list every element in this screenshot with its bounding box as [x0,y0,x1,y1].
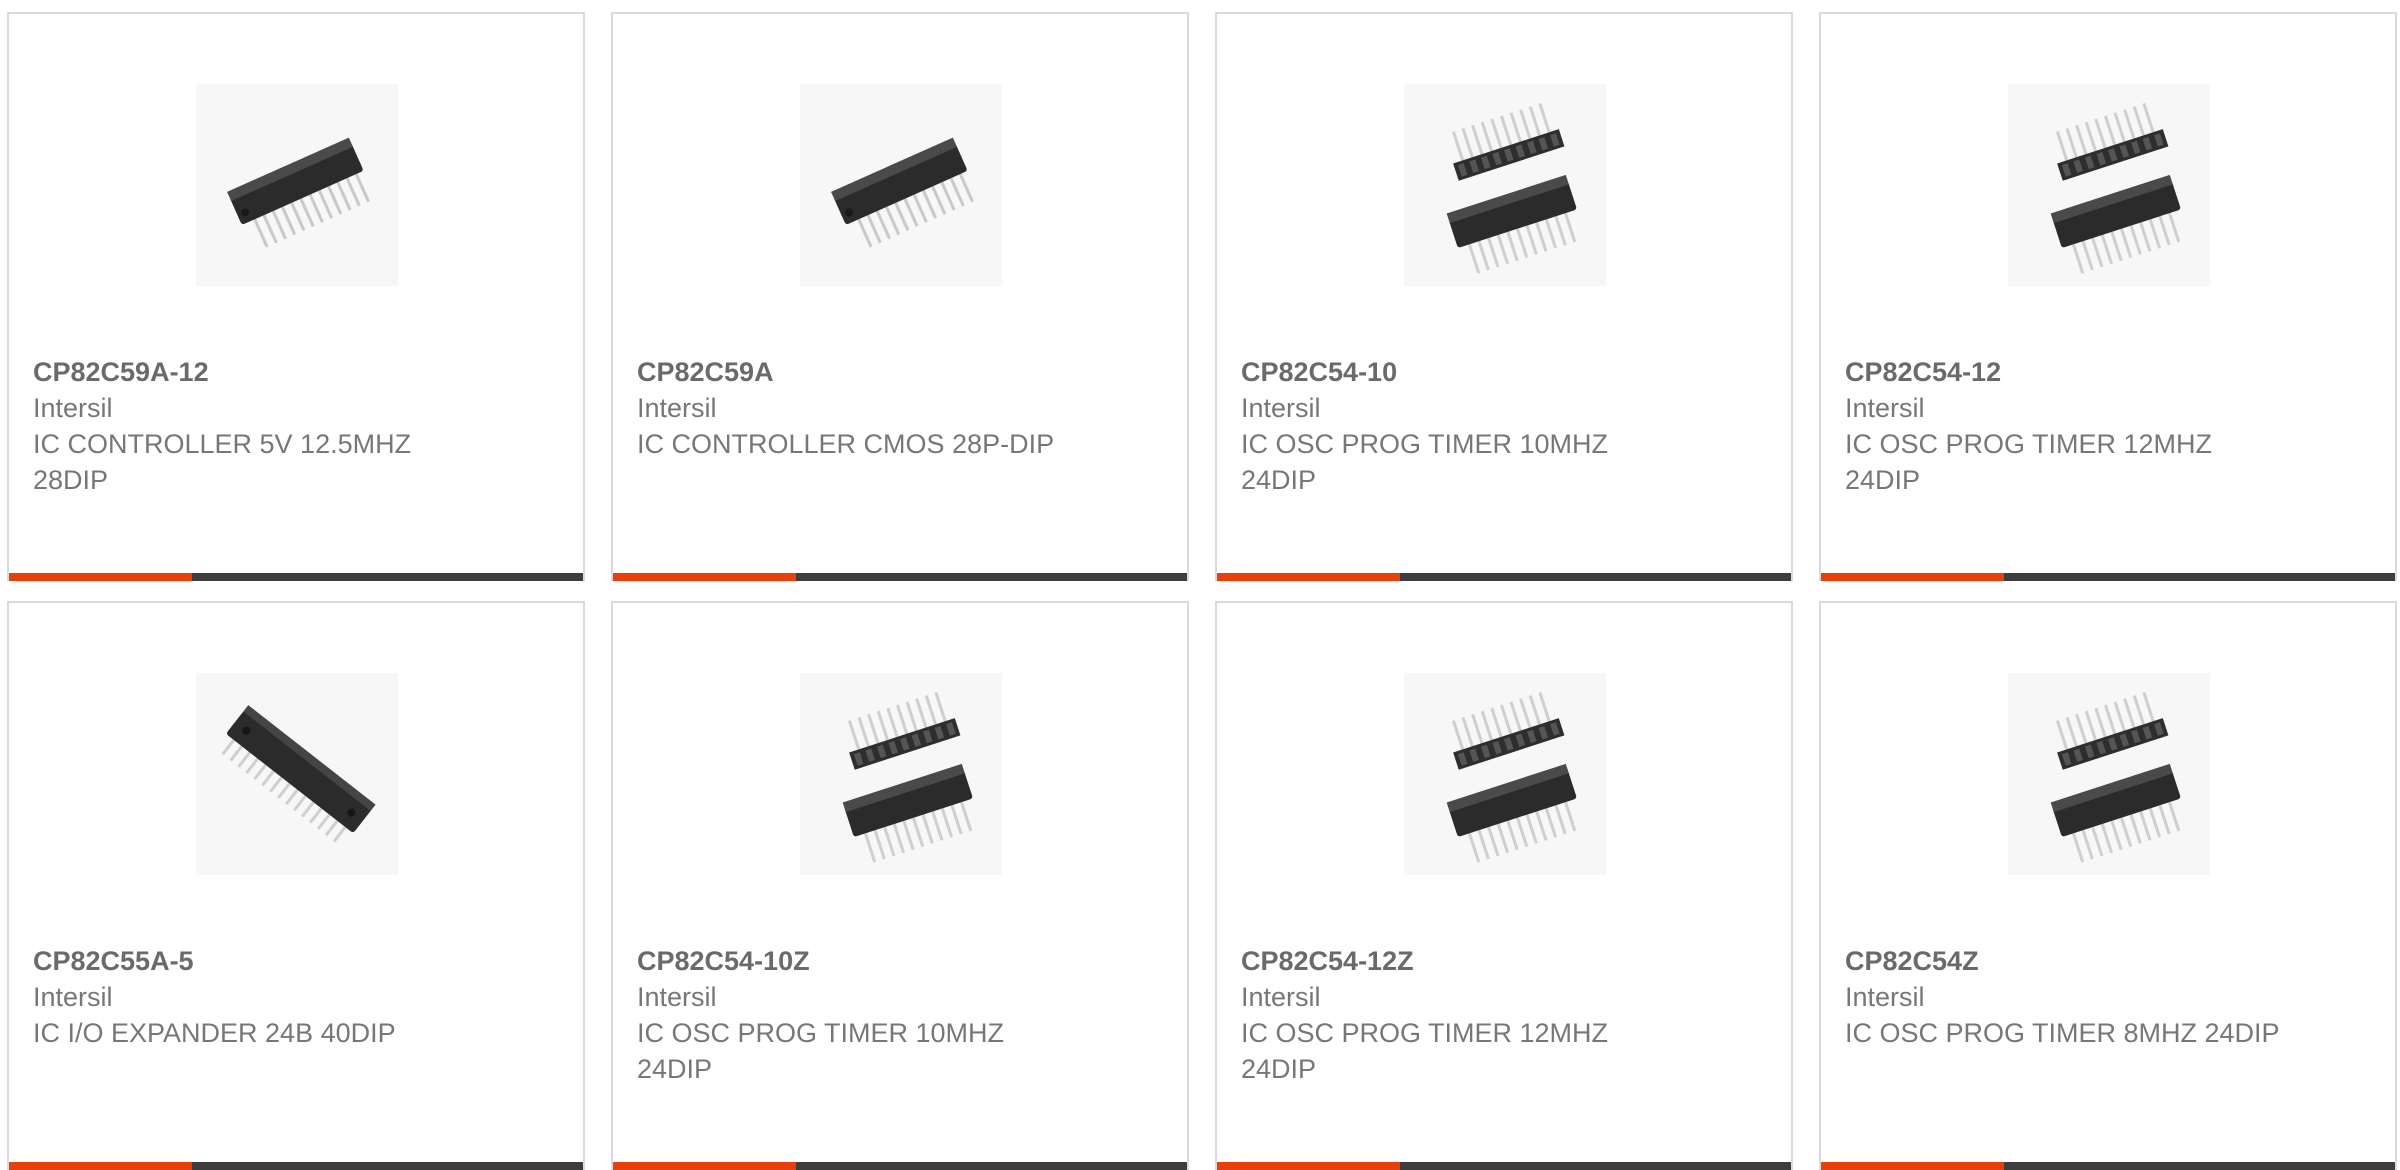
part-number[interactable]: CP82C59A [637,354,1077,390]
product-image[interactable] [800,84,1002,286]
product-card[interactable]: CP82C54-10Z Intersil IC OSC PROG TIMER 1… [611,601,1189,1170]
product-card[interactable]: CP82C59A-12 Intersil IC CONTROLLER 5V 12… [7,12,585,581]
product-card[interactable]: CP82C54-12Z Intersil IC OSC PROG TIMER 1… [1215,601,1793,1170]
card-accent-bar [1217,1162,1400,1170]
dip-ic-with-socket-icon [2050,691,2181,863]
card-footer-bar [1821,573,2395,581]
product-image[interactable] [800,673,1002,875]
card-footer-bar [613,573,1187,581]
manufacturer: Intersil [1845,393,1925,423]
dip-ic-chip-icon [227,137,370,248]
description: IC OSC PROG TIMER 10MHZ 24DIP [1241,429,1609,495]
product-card[interactable]: CP82C54Z Intersil IC OSC PROG TIMER 8MHZ… [1819,601,2397,1170]
card-accent-bar [1821,1162,2004,1170]
manufacturer: Intersil [33,982,113,1012]
card-footer-bar [1821,1162,2395,1170]
card-footer-bar [613,1162,1187,1170]
dip-ic-with-socket-icon [2050,102,2181,274]
manufacturer: Intersil [637,393,717,423]
dip-ic-chip-icon [831,137,974,248]
dip-ic-with-socket-icon [842,691,973,863]
product-image[interactable] [196,84,398,286]
part-number[interactable]: CP82C54-10 [1241,354,1681,390]
description: IC OSC PROG TIMER 10MHZ 24DIP [637,1018,1005,1084]
card-accent-bar [1821,573,2004,581]
card-accent-bar [613,573,796,581]
description: IC OSC PROG TIMER 12MHZ 24DIP [1845,429,2213,495]
description: IC OSC PROG TIMER 8MHZ 24DIP [1845,1018,2280,1048]
description: IC I/O EXPANDER 24B 40DIP [33,1018,396,1048]
part-number[interactable]: CP82C54-10Z [637,943,1077,979]
dip-ic-with-socket-icon [1446,102,1577,274]
card-accent-bar [613,1162,796,1170]
card-footer-bar [9,573,583,581]
product-card[interactable]: CP82C54-10 Intersil IC OSC PROG TIMER 10… [1215,12,1793,581]
manufacturer: Intersil [1241,982,1321,1012]
product-image[interactable] [1404,673,1606,875]
part-number[interactable]: CP82C54-12 [1845,354,2285,390]
part-number[interactable]: CP82C55A-5 [33,943,473,979]
manufacturer: Intersil [1845,982,1925,1012]
product-grid: CP82C59A-12 Intersil IC CONTROLLER 5V 12… [0,0,2400,1170]
product-image[interactable] [2008,84,2210,286]
product-image[interactable] [196,673,398,875]
card-accent-bar [1217,573,1400,581]
product-image[interactable] [2008,673,2210,875]
dip-40-ic-chip-icon [221,705,376,843]
description: IC CONTROLLER 5V 12.5MHZ 28DIP [33,429,412,495]
card-footer-bar [1217,1162,1791,1170]
dip-ic-with-socket-icon [1446,691,1577,863]
part-number[interactable]: CP82C54-12Z [1241,943,1681,979]
manufacturer: Intersil [1241,393,1321,423]
card-footer-bar [1217,573,1791,581]
part-number[interactable]: CP82C59A-12 [33,354,473,390]
manufacturer: Intersil [637,982,717,1012]
product-card[interactable]: CP82C59A Intersil IC CONTROLLER CMOS 28P… [611,12,1189,581]
card-footer-bar [9,1162,583,1170]
card-accent-bar [9,1162,192,1170]
part-number[interactable]: CP82C54Z [1845,943,2285,979]
card-accent-bar [9,573,192,581]
description: IC OSC PROG TIMER 12MHZ 24DIP [1241,1018,1609,1084]
product-card[interactable]: CP82C54-12 Intersil IC OSC PROG TIMER 12… [1819,12,2397,581]
product-card[interactable]: CP82C55A-5 Intersil IC I/O EXPANDER 24B … [7,601,585,1170]
manufacturer: Intersil [33,393,113,423]
product-image[interactable] [1404,84,1606,286]
description: IC CONTROLLER CMOS 28P-DIP [637,429,1055,459]
